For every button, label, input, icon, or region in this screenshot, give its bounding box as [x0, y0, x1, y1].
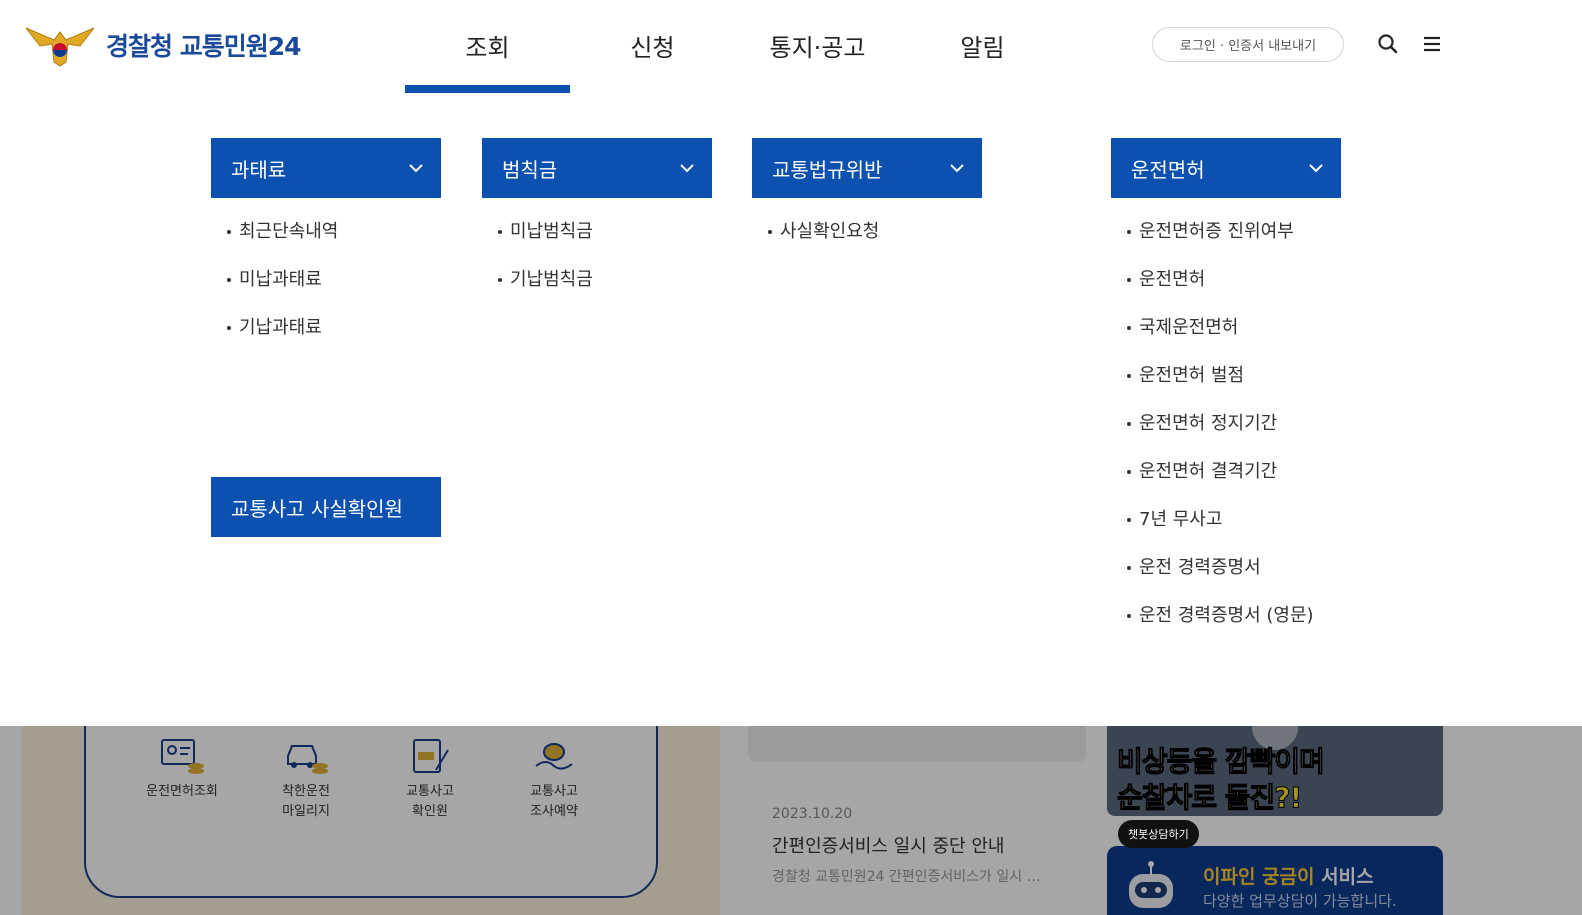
nav-inquiry[interactable]: 조회 — [405, 0, 570, 96]
menu-header-label: 과태료 — [231, 157, 287, 182]
chevron-down-icon — [950, 164, 964, 173]
submenu-item[interactable]: 7년 무사고 — [1125, 507, 1341, 555]
mega-menu: 과태료 최근단속내역 미납과태료 기납과태료 범칙금 미납범칙금 기납범칙금 교… — [0, 96, 1582, 726]
header: 경찰청 교통민원24 조회 신청 통지·공고 알림 로그인 · 인증서 내보내기 — [0, 0, 1582, 96]
menu-header-label: 운전면허 — [1131, 157, 1205, 182]
menu-header-penalty[interactable]: 범칙금 — [482, 138, 712, 198]
menu-header-fine[interactable]: 과태료 — [211, 138, 441, 198]
chatbot-bubble[interactable]: 챗봇상담하기 — [1118, 820, 1199, 848]
menu-column-penalty: 범칙금 미납범칙금 기납범칙금 — [482, 138, 712, 315]
submenu-item[interactable]: 사실확인요청 — [766, 219, 982, 267]
submenu-item[interactable]: 국제운전면허 — [1125, 315, 1341, 363]
submenu-item[interactable]: 최근단속내역 — [225, 219, 441, 267]
accident-certificate-button[interactable]: 교통사고 사실확인원 — [211, 477, 441, 537]
submenu-item[interactable]: 운전 경력증명서 (영문) — [1125, 603, 1341, 651]
main-nav: 조회 신청 통지·공고 알림 — [405, 0, 1065, 96]
submenu-list: 최근단속내역 미납과태료 기납과태료 — [211, 198, 441, 363]
submenu-item[interactable]: 운전 경력증명서 — [1125, 555, 1341, 603]
login-button[interactable]: 로그인 · 인증서 내보내기 — [1152, 27, 1344, 62]
submenu-item[interactable]: 미납과태료 — [225, 267, 441, 315]
nav-apply[interactable]: 신청 — [570, 0, 735, 96]
nav-notice[interactable]: 통지·공고 — [735, 0, 900, 96]
police-emblem-icon — [25, 27, 95, 67]
menu-column-license: 운전면허 운전면허증 진위여부 운전면허 국제운전면허 운전면허 벌점 운전면허… — [1111, 138, 1341, 651]
submenu-item[interactable]: 운전면허 결격기간 — [1125, 459, 1341, 507]
menu-header-label: 범칙금 — [502, 157, 558, 182]
submenu-item[interactable]: 기납범칙금 — [496, 267, 712, 315]
chevron-down-icon — [1309, 164, 1323, 173]
chevron-down-icon — [409, 164, 423, 173]
submenu-item[interactable]: 미납범칙금 — [496, 219, 712, 267]
submenu-item[interactable]: 운전면허 정지기간 — [1125, 411, 1341, 459]
menu-column-violation: 교통법규위반 사실확인요청 — [752, 138, 982, 267]
nav-news[interactable]: 알림 — [900, 0, 1065, 96]
submenu-item[interactable]: 운전면허 벌점 — [1125, 363, 1341, 411]
submenu-list: 사실확인요청 — [752, 198, 982, 267]
submenu-item[interactable]: 기납과태료 — [225, 315, 441, 363]
dim-overlay — [0, 726, 1582, 915]
chevron-down-icon — [680, 164, 694, 173]
submenu-item[interactable]: 운전면허증 진위여부 — [1125, 219, 1341, 267]
menu-header-label: 교통법규위반 — [772, 157, 883, 182]
menu-column-fine: 과태료 최근단속내역 미납과태료 기납과태료 — [211, 138, 441, 363]
submenu-list: 미납범칙금 기납범칙금 — [482, 198, 712, 315]
menu-header-license[interactable]: 운전면허 — [1111, 138, 1341, 198]
search-icon[interactable] — [1376, 32, 1400, 56]
site-logo[interactable]: 경찰청 교통민원24 — [24, 22, 301, 68]
submenu-item[interactable]: 운전면허 — [1125, 267, 1341, 315]
background-page: 운전면허조회 착한운전 마일리지 교통사고 확인원 교통사고 조사예약 2023… — [0, 726, 1582, 915]
submenu-list: 운전면허증 진위여부 운전면허 국제운전면허 운전면허 벌점 운전면허 정지기간… — [1111, 198, 1341, 651]
menu-header-violation[interactable]: 교통법규위반 — [752, 138, 982, 198]
menu-icon[interactable] — [1420, 32, 1444, 56]
site-title: 경찰청 교통민원24 — [106, 32, 301, 61]
